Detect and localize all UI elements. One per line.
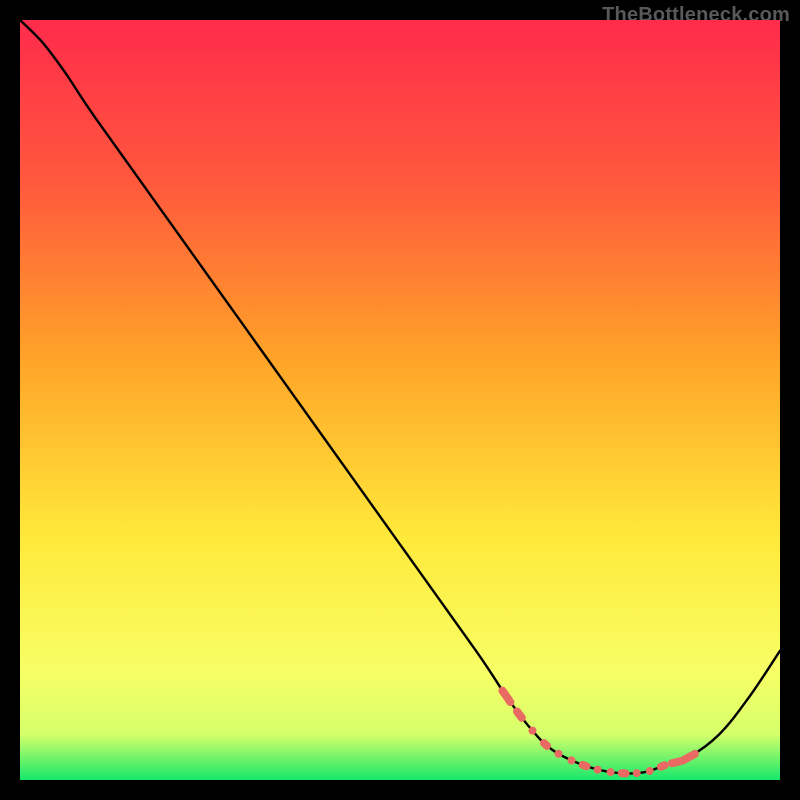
optimal-marker [618,769,630,777]
gradient-background [20,20,780,780]
bottleneck-chart [20,20,780,780]
chart-container: TheBottleneck.com [0,0,800,800]
